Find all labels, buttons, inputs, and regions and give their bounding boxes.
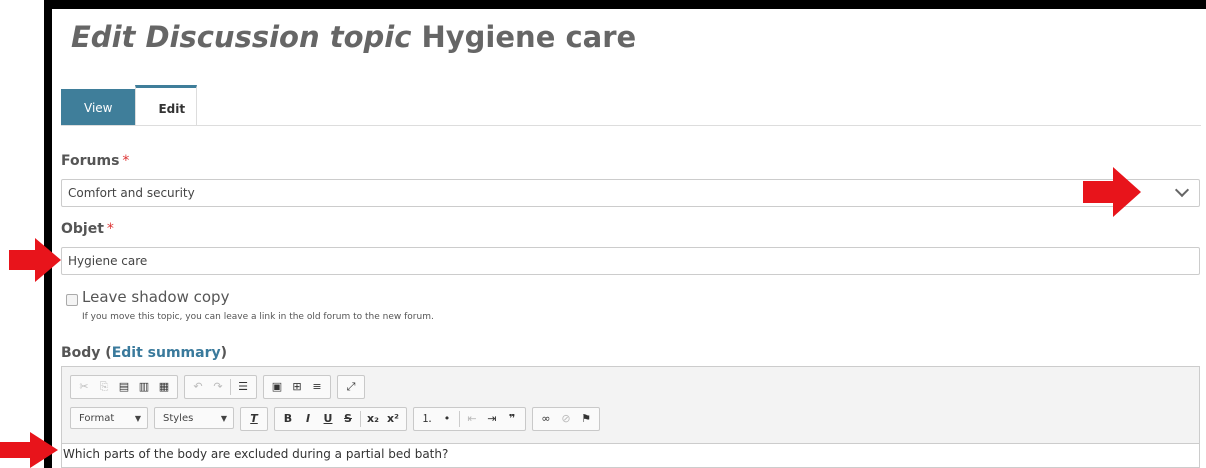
anchor-flag-icon[interactable]: ⚑ [576,409,596,429]
frame-left-border [44,0,52,468]
italic-icon[interactable]: I [298,409,318,429]
paste-word-icon[interactable]: ▦ [154,377,174,397]
editor-content-area[interactable]: Which parts of the body are excluded dur… [62,443,1199,467]
body-label-suffix: ) [220,345,228,361]
unlink-icon[interactable]: ⊘ [556,409,576,429]
toolbar-separator [459,411,460,427]
redo-icon[interactable]: ↷ [208,377,228,397]
horizontal-line-icon[interactable]: ≡ [307,377,327,397]
objet-label: Objet * [61,221,114,237]
tabs-divider [61,125,1201,126]
bulleted-list-icon[interactable]: • [437,409,457,429]
remove-format-icon[interactable]: T [244,409,264,429]
forums-label-text: Forums [61,153,120,169]
paste-text-icon[interactable]: ▥ [134,377,154,397]
paste-icon[interactable]: ▤ [114,377,134,397]
cut-icon[interactable]: ✂ [74,377,94,397]
format-dropdown-label: Format [79,413,115,424]
forums-select[interactable]: Comfort and security [61,179,1200,207]
indent-icon[interactable]: ⇥ [482,409,502,429]
bold-icon[interactable]: B [278,409,298,429]
strikethrough-icon[interactable]: S [338,409,358,429]
undo-icon[interactable]: ↶ [188,377,208,397]
numbered-list-icon[interactable]: ⒈ [417,409,437,429]
body-label: Body (Edit summary) [61,345,227,361]
tab-edit[interactable]: Edit [135,85,198,125]
red-arrow-right-icon [0,432,58,468]
shadow-copy-help: If you move this topic, you can leave a … [82,312,434,322]
toolbar-separator [360,411,361,427]
toolbar-row-1: ✂ ⎘ ▤ ▥ ▦ ↶ ↷ ☰ ▣ ⊞ ≡ ⤢ [70,375,371,399]
superscript-icon[interactable]: x² [383,409,403,429]
link-icon[interactable]: ∞ [536,409,556,429]
underline-icon[interactable]: U [318,409,338,429]
caret-down-icon: ▼ [134,414,141,423]
edit-summary-link[interactable]: Edit summary [112,345,221,361]
subscript-icon[interactable]: x₂ [363,409,383,429]
red-arrow-right-icon [1083,167,1141,217]
shadow-copy-label[interactable]: Leave shadow copy [82,288,229,306]
forums-selected-value: Comfort and security [68,186,195,200]
page-title: Edit Discussion topic Hygiene care [71,20,636,54]
text-style-group: B I U S x₂ x² [274,407,407,431]
toolbar-separator [230,379,231,395]
link-group: ∞ ⊘ ⚑ [532,407,600,431]
objet-label-text: Objet [61,221,104,237]
image-icon[interactable]: ▣ [267,377,287,397]
show-blocks-icon[interactable]: ☰ [233,377,253,397]
shadow-copy-checkbox[interactable] [66,294,78,306]
body-text: Which parts of the body are excluded dur… [63,447,449,461]
insert-group: ▣ ⊞ ≡ [263,375,331,399]
tab-bar: View Edit [61,85,198,125]
objet-value: Hygiene care [68,254,148,268]
frame-top-border [44,0,1206,9]
red-arrow-right-icon [9,238,61,282]
toolbar-row-2: Format ▼ Styles ▼ T B I U S x₂ x² ⒈ • ⇤ … [70,407,606,431]
clipboard-group: ✂ ⎘ ▤ ▥ ▦ [70,375,178,399]
required-mark: * [106,221,114,237]
forums-label: Forums * [61,153,129,169]
page-title-prefix: Edit Discussion topic [71,20,412,54]
maximize-icon[interactable]: ⤢ [341,377,361,397]
clear-format-group: T [240,407,268,431]
list-group: ⒈ • ⇤ ⇥ ❞ [413,407,526,431]
rich-text-editor: ✂ ⎘ ▤ ▥ ▦ ↶ ↷ ☰ ▣ ⊞ ≡ ⤢ Format ▼ Styles … [61,366,1200,468]
undo-group: ↶ ↷ ☰ [184,375,257,399]
tab-view[interactable]: View [61,89,136,125]
caret-down-icon: ▼ [220,414,227,423]
blockquote-icon[interactable]: ❞ [502,409,522,429]
objet-input[interactable]: Hygiene care [61,247,1200,275]
format-dropdown[interactable]: Format ▼ [70,407,148,429]
maximize-group: ⤢ [337,375,365,399]
chevron-down-icon[interactable] [1174,182,1190,198]
outdent-icon[interactable]: ⇤ [462,409,482,429]
styles-dropdown-label: Styles [163,413,194,424]
body-label-prefix: Body ( [61,345,112,361]
table-icon[interactable]: ⊞ [287,377,307,397]
page-title-name: Hygiene care [421,20,637,54]
styles-dropdown[interactable]: Styles ▼ [154,407,234,429]
required-mark: * [122,153,130,169]
copy-icon[interactable]: ⎘ [94,377,114,397]
